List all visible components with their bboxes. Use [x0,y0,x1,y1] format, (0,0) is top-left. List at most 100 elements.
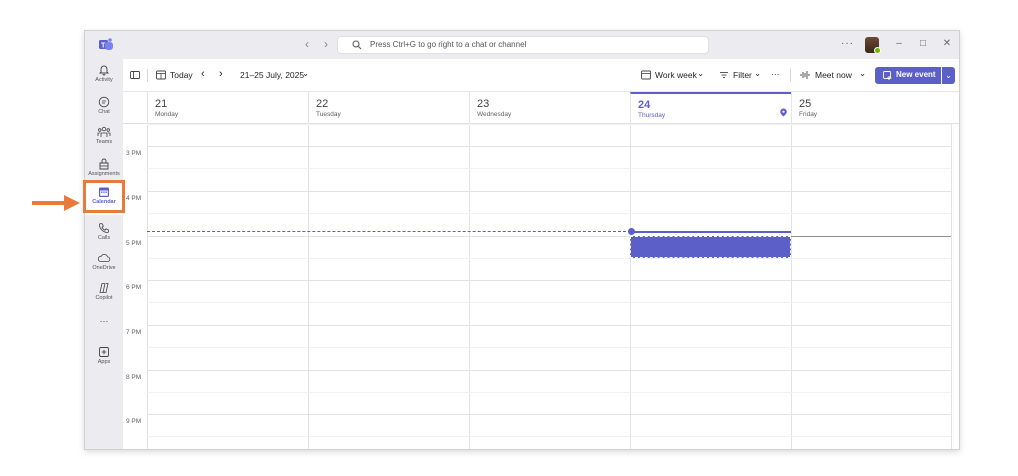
column-divider [147,124,148,449]
column-divider [951,124,952,449]
day-name: Friday [799,111,818,118]
event-block[interactable] [630,236,791,258]
half-hour-line [147,168,951,169]
rail-label: Chat [98,109,110,115]
search-input[interactable]: Press Ctrl+G to go right to a chat or ch… [337,36,709,54]
view-selector[interactable]: Work week [655,70,697,80]
new-event-icon [883,71,892,80]
calendar-toolbar: Today ‹ › 21–25 July, 2025 ⌄ Work week ⌄… [123,59,959,92]
sidebar-toggle-icon[interactable] [130,70,140,80]
hour-label: 5 PM [126,240,142,247]
divider [147,69,148,82]
day-header[interactable]: 22 Tuesday [308,92,469,124]
chevron-down-icon[interactable]: ⌄ [302,68,309,79]
day-name: Monday [155,111,179,118]
current-time-dot [628,228,635,235]
assignments-icon [99,158,109,170]
column-divider [469,124,470,449]
day-header[interactable]: 23 Wednesday [469,92,630,124]
day-number: 24 [638,99,651,111]
chevron-down-icon[interactable]: ⌄ [859,68,866,79]
teams-logo-icon: T [99,38,113,50]
filter-icon [720,72,728,78]
teams-icon [97,126,111,137]
half-hour-line [147,258,951,259]
more-options-button[interactable]: ··· [841,38,854,49]
rail-item-chat[interactable]: Chat [85,93,123,125]
minimize-button[interactable]: – [893,38,905,49]
rail-item-more[interactable]: ··· [85,313,123,331]
hour-line [147,414,951,415]
day-header-today[interactable]: 24 Thursday [630,92,791,124]
day-header[interactable]: 21 Monday [147,92,308,124]
back-button[interactable]: ‹ [300,37,314,51]
half-hour-line [147,124,951,125]
rail-item-onedrive[interactable]: OneDrive [85,249,123,281]
calendar-view: Today ‹ › 21–25 July, 2025 ⌄ Work week ⌄… [123,59,959,449]
date-range-picker[interactable]: 21–25 July, 2025 [240,70,304,80]
chevron-down-icon[interactable]: ⌄ [697,68,704,79]
phone-icon [98,223,110,234]
location-pin-icon[interactable] [779,108,788,117]
current-time-line-today [631,231,791,233]
today-button[interactable]: Today [170,70,193,80]
rail-item-activity[interactable]: Activity [85,61,123,93]
search-placeholder: Press Ctrl+G to go right to a chat or ch… [370,40,527,49]
meet-now-icon [800,71,810,79]
teams-window: T ‹ › Press Ctrl+G to go right to a chat… [84,30,960,450]
day-header-row: 21 Monday 22 Tuesday 23 Wednesday 24 Thu… [123,92,959,124]
day-name: Tuesday [316,111,341,118]
rail-item-copilot[interactable]: Copilot [85,279,123,311]
chat-icon [98,96,110,108]
maximize-button[interactable]: □ [917,38,929,49]
day-header[interactable]: 25 Friday [791,92,952,124]
rail-item-teams[interactable]: Teams [85,123,123,155]
column-divider [308,124,309,449]
previous-week-button[interactable]: ‹ [201,68,205,80]
copilot-icon [99,283,109,293]
filter-button[interactable]: Filter [733,70,752,80]
hour-label: 8 PM [126,374,142,381]
day-name: Thursday [638,112,666,119]
next-week-button[interactable]: › [219,68,223,80]
half-hour-line [147,302,951,303]
half-hour-line [147,213,951,214]
half-hour-line [147,347,951,348]
meet-now-button[interactable]: Meet now [815,70,852,80]
rail-label: Calls [97,235,111,241]
rail-label: Teams [95,139,113,145]
more-icon: ··· [99,316,109,326]
more-options-button[interactable]: ··· [771,69,780,79]
apps-icon [99,347,109,357]
highlight-box [83,180,125,213]
half-hour-line [147,392,951,393]
rail-label: Apps [97,359,111,365]
rail-label: Activity [95,77,113,83]
rail-item-calls[interactable]: Calls [85,219,123,251]
rail-label: OneDrive [92,265,116,271]
current-time-line [791,236,951,237]
hour-line [147,325,951,326]
background-window [80,0,968,30]
day-number: 25 [799,98,812,110]
forward-button[interactable]: › [319,37,333,51]
hour-label: 6 PM [126,284,142,291]
chevron-down-icon[interactable]: ⌄ [754,68,761,79]
column-divider [630,124,631,449]
day-name: Wednesday [477,111,512,118]
annotation-arrow [32,195,80,211]
divider [790,69,791,82]
time-grid[interactable]: 3 PM 4 PM 5 PM 6 PM 7 PM 8 PM 9 PM [123,124,959,449]
current-time-line [147,231,631,232]
hour-label: 4 PM [126,195,142,202]
new-event-button[interactable]: New event [875,67,941,84]
new-event-label: New event [896,70,936,79]
screen: T ‹ › Press Ctrl+G to go right to a chat… [0,0,1018,476]
hour-line [147,280,951,281]
close-button[interactable]: ✕ [941,38,953,49]
app-bar: Activity Chat Teams Assignments Calendar… [85,59,123,449]
new-event-dropdown[interactable]: ⌄ [942,67,955,84]
rail-label: Assignments [88,171,120,177]
rail-item-apps[interactable]: Apps [85,343,123,375]
half-hour-line [147,436,951,437]
